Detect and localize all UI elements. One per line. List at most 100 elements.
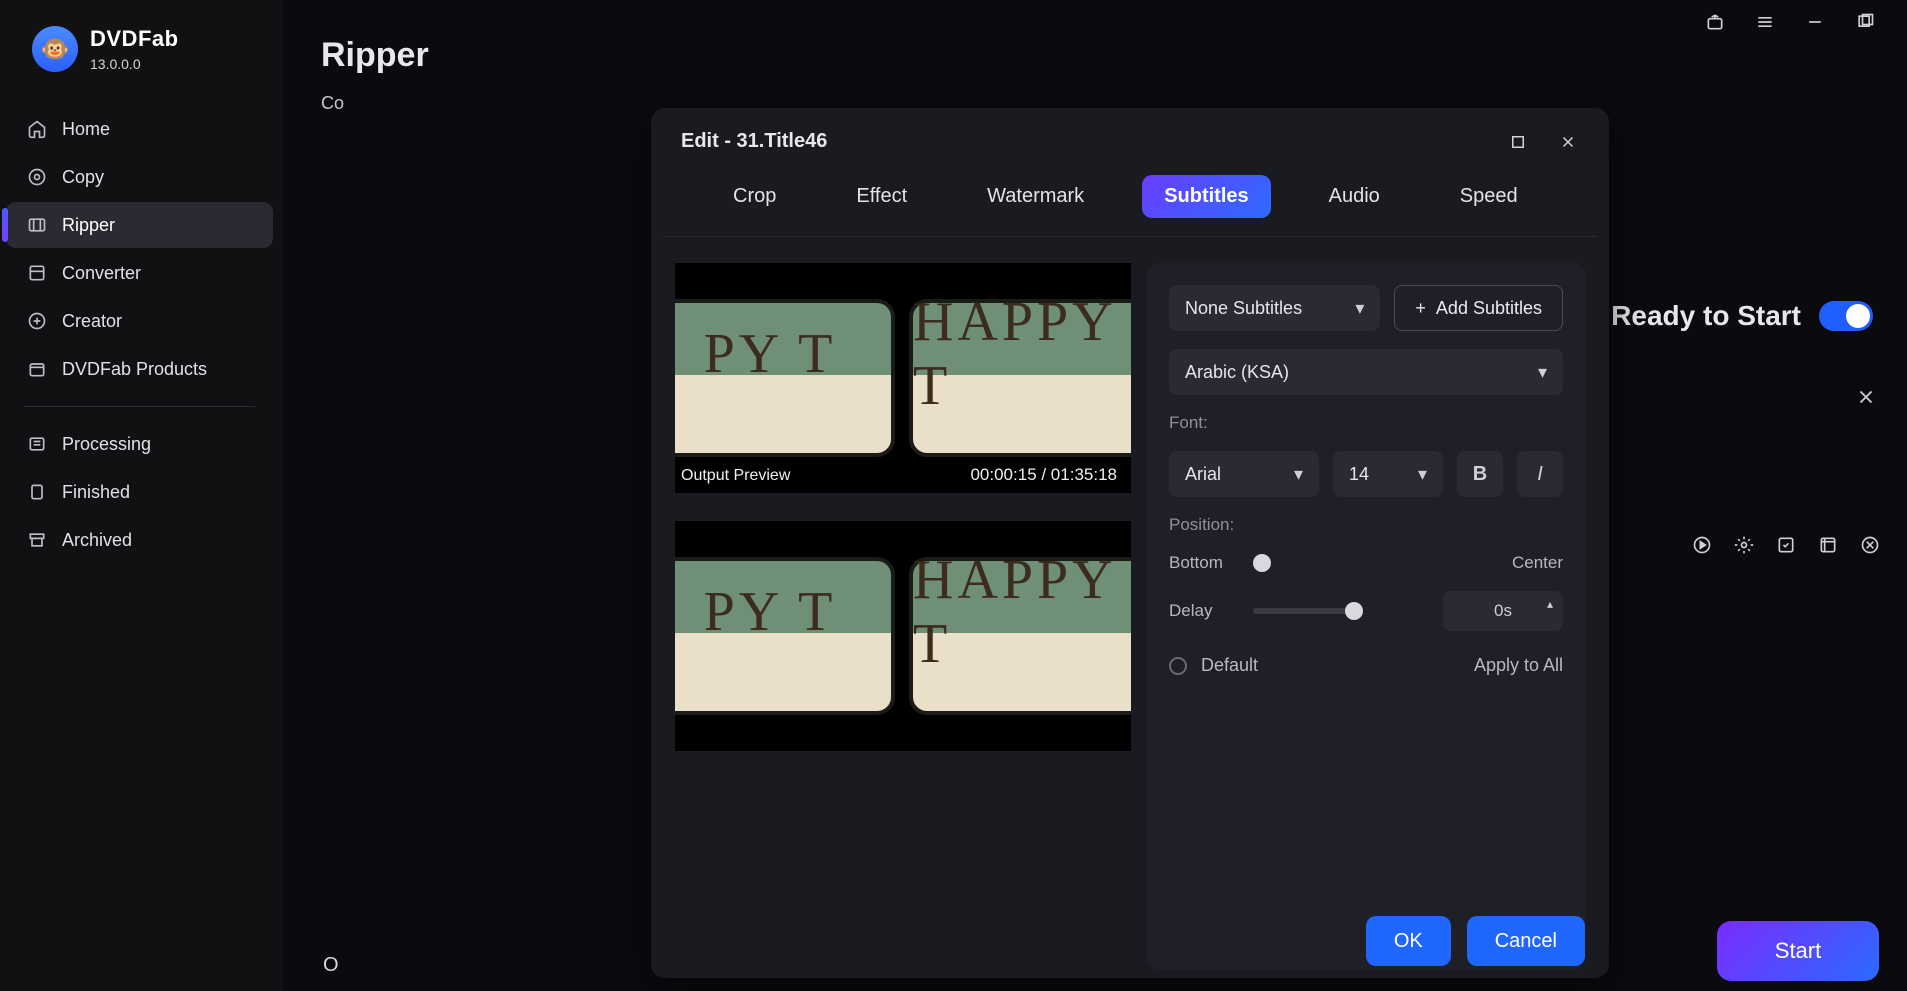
- subtitle-language-select[interactable]: Arabic (KSA) ▾: [1169, 349, 1563, 395]
- nav-label: Copy: [62, 167, 104, 188]
- default-label[interactable]: Default: [1201, 655, 1258, 676]
- nav-label: Finished: [62, 482, 130, 503]
- ready-toggle[interactable]: [1819, 301, 1873, 331]
- italic-toggle[interactable]: I: [1517, 451, 1563, 497]
- row-action-icons: [1689, 532, 1883, 558]
- nav-label: Home: [62, 119, 110, 140]
- film-frame: PY T: [675, 299, 895, 457]
- nav-converter[interactable]: Converter: [6, 250, 273, 296]
- position-right-label: Center: [1512, 553, 1563, 573]
- tab-crop[interactable]: Crop: [711, 175, 798, 218]
- minimize-icon[interactable]: [1803, 10, 1827, 34]
- font-family-select[interactable]: Arial ▾: [1169, 451, 1319, 497]
- film-frame: PY T: [675, 557, 895, 715]
- start-label: Start: [1775, 938, 1821, 964]
- remove-icon[interactable]: [1857, 532, 1883, 558]
- apply-to-all-link[interactable]: Apply to All: [1474, 655, 1563, 676]
- preview-column: PY T HAPPY T HAP Output Preview 00:00:15…: [675, 263, 1131, 970]
- output-preview[interactable]: PY T HAPPY T HAP Output Preview 00:00:15…: [675, 263, 1131, 493]
- subtitle-language-value: Arabic (KSA): [1185, 362, 1289, 383]
- chevron-down-icon: ▾: [1355, 298, 1364, 319]
- position-slider[interactable]: [1253, 560, 1273, 566]
- nav-copy[interactable]: Copy: [6, 154, 273, 200]
- modal-maximize-icon[interactable]: [1507, 131, 1529, 153]
- nav-home[interactable]: Home: [6, 106, 273, 152]
- crop-icon[interactable]: [1815, 532, 1841, 558]
- settings-footer: Default Apply to All: [1169, 655, 1563, 676]
- film-strip: PY T HAPPY T HAP: [675, 557, 1131, 715]
- position-section-label: Position:: [1169, 515, 1563, 535]
- modal-body: PY T HAPPY T HAP Output Preview 00:00:15…: [651, 237, 1609, 978]
- delay-slider[interactable]: [1253, 608, 1363, 614]
- modal-title: Edit - 31.Title46: [681, 130, 827, 153]
- position-left-label: Bottom: [1169, 553, 1233, 573]
- panel-close-icon[interactable]: [1849, 380, 1883, 414]
- nav-ripper[interactable]: Ripper: [6, 202, 273, 248]
- nav-label: DVDFab Products: [62, 359, 207, 380]
- gear-icon[interactable]: [1731, 532, 1757, 558]
- cancel-label: Cancel: [1495, 930, 1557, 953]
- app-logo-icon: 🐵: [32, 26, 78, 72]
- play-icon[interactable]: [1689, 532, 1715, 558]
- preview-label: Output Preview: [681, 467, 790, 485]
- app-root: 🐵 DVDFab 13.0.0.0 Home Copy Ripper Conve…: [0, 0, 1907, 991]
- film-strip: PY T HAPPY T HAP: [675, 299, 1131, 457]
- film-frame: HAPPY T: [909, 299, 1131, 457]
- cancel-button[interactable]: Cancel: [1467, 916, 1585, 966]
- font-size-select[interactable]: 14 ▾: [1333, 451, 1443, 497]
- nav-creator[interactable]: Creator: [6, 298, 273, 344]
- present-icon[interactable]: [1703, 10, 1727, 34]
- delay-slider-row: Delay 0s: [1169, 591, 1563, 631]
- subtitle-settings: None Subtitles ▾ + Add Subtitles Arabic …: [1147, 263, 1585, 970]
- disc-icon: [26, 166, 48, 188]
- font-family-value: Arial: [1185, 464, 1221, 485]
- font-size-value: 14: [1349, 464, 1369, 485]
- start-button[interactable]: Start: [1717, 921, 1879, 981]
- add-subtitles-button[interactable]: + Add Subtitles: [1394, 285, 1563, 331]
- modal-close-icon[interactable]: [1557, 131, 1579, 153]
- nav-processing[interactable]: Processing: [6, 421, 273, 467]
- delay-spinner[interactable]: 0s: [1443, 591, 1563, 631]
- modal-window-controls: [1507, 131, 1579, 153]
- tab-audio[interactable]: Audio: [1307, 175, 1402, 218]
- menu-icon[interactable]: [1753, 10, 1777, 34]
- converter-icon: [26, 262, 48, 284]
- output-label-fragment: O: [323, 954, 339, 977]
- add-subtitles-label: Add Subtitles: [1436, 298, 1542, 319]
- app-name: DVDFab: [90, 26, 179, 52]
- subtitle-track-select[interactable]: None Subtitles ▾: [1169, 285, 1380, 331]
- tab-watermark[interactable]: Watermark: [965, 175, 1106, 218]
- ripper-icon: [26, 214, 48, 236]
- plus-icon: +: [1415, 298, 1426, 319]
- page-header: Ripper Co: [283, 0, 1907, 114]
- main-area: Ripper Co Ready to Start O Start Edit - …: [283, 0, 1907, 991]
- source-preview[interactable]: PY T HAPPY T HAP: [675, 521, 1131, 751]
- tab-effect[interactable]: Effect: [834, 175, 929, 218]
- film-frame: HAPPY T: [909, 557, 1131, 715]
- default-radio[interactable]: [1169, 657, 1187, 675]
- edit-modal: Edit - 31.Title46 Crop Effect Watermark …: [651, 108, 1609, 978]
- edit-tabs: Crop Effect Watermark Subtitles Audio Sp…: [663, 161, 1597, 237]
- bold-toggle[interactable]: B: [1457, 451, 1503, 497]
- maximize-icon[interactable]: [1853, 10, 1877, 34]
- nav-divider: [24, 406, 255, 407]
- home-icon: [26, 118, 48, 140]
- tab-speed[interactable]: Speed: [1438, 175, 1540, 218]
- nav-products[interactable]: DVDFab Products: [6, 346, 273, 392]
- sidebar: 🐵 DVDFab 13.0.0.0 Home Copy Ripper Conve…: [0, 0, 283, 991]
- edit-icon[interactable]: [1773, 532, 1799, 558]
- nav-label: Archived: [62, 530, 132, 551]
- tab-subtitles[interactable]: Subtitles: [1142, 175, 1270, 218]
- chevron-down-icon: ▾: [1294, 464, 1303, 485]
- page-title: Ripper: [321, 36, 1869, 75]
- window-controls: [1703, 10, 1877, 34]
- list-icon: [26, 433, 48, 455]
- ok-button[interactable]: OK: [1366, 916, 1451, 966]
- modal-header: Edit - 31.Title46: [651, 108, 1609, 161]
- delay-value: 0s: [1494, 601, 1512, 621]
- nav-label: Converter: [62, 263, 141, 284]
- nav-archived[interactable]: Archived: [6, 517, 273, 563]
- nav-label: Processing: [62, 434, 151, 455]
- nav-finished[interactable]: Finished: [6, 469, 273, 515]
- logo-block: 🐵 DVDFab 13.0.0.0: [0, 18, 283, 96]
